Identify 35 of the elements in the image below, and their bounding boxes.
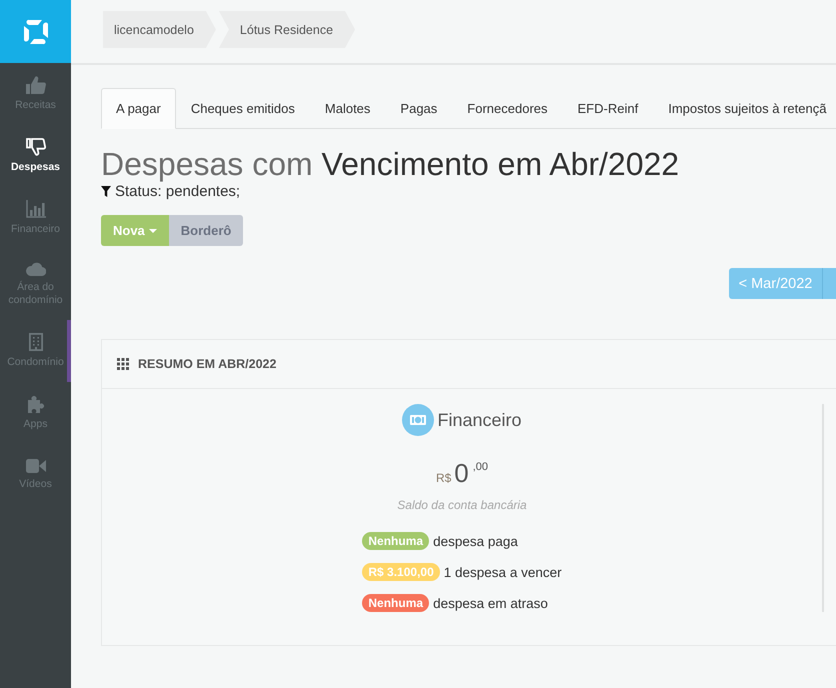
balance-caption: Saldo da conta bancária xyxy=(397,498,527,512)
summary-text: 1 despesa a vencer xyxy=(444,564,562,580)
puzzle-piece-icon xyxy=(26,395,46,413)
banknote-icon xyxy=(402,404,434,436)
summary-badge: Nenhuma xyxy=(362,532,430,550)
bar-chart-icon xyxy=(26,200,46,218)
video-camera-icon xyxy=(26,459,46,473)
breadcrumb-link[interactable]: Lótus Residence xyxy=(218,11,356,48)
logo-link[interactable] xyxy=(0,0,71,63)
tab[interactable]: Pagas xyxy=(385,88,452,129)
summary-text: despesa em atraso xyxy=(433,596,548,610)
filter-text: Status: pendentes; xyxy=(115,183,240,200)
grid-icon xyxy=(117,358,129,370)
thumbs-up-icon xyxy=(26,76,46,94)
tab[interactable]: EFD-Reinf xyxy=(562,88,654,129)
tab[interactable]: Fornecedores xyxy=(452,88,563,129)
page-title: Despesas com Vencimento em Abr/2022 xyxy=(101,145,680,183)
tab[interactable]: Cheques emitidos xyxy=(176,88,310,129)
thumbs-down-icon xyxy=(26,138,46,156)
logo-icon xyxy=(22,18,48,44)
tab[interactable]: A pagar xyxy=(101,88,176,129)
tab[interactable]: Impostos sujeitos à retençã xyxy=(653,88,836,129)
tab[interactable]: Malotes xyxy=(310,88,386,129)
filter-icon xyxy=(101,186,111,197)
sidebar-link[interactable]: Despesas xyxy=(0,125,71,187)
caret-icon xyxy=(148,228,157,232)
breadcrumb-link[interactable]: licencamodelo xyxy=(103,11,216,48)
summary-badge: R$ 3.100,00 xyxy=(362,563,440,581)
summary-badge: Nenhuma xyxy=(362,594,430,612)
summary-text: despesa paga xyxy=(433,534,518,548)
panel-title: RESUMO EM ABR/2022 xyxy=(138,357,276,371)
cloud-icon xyxy=(26,262,46,276)
section-title: Financeiro xyxy=(437,410,522,430)
building-icon xyxy=(28,333,42,351)
balance-amount: R$0$^{,00}$ xyxy=(436,457,488,490)
